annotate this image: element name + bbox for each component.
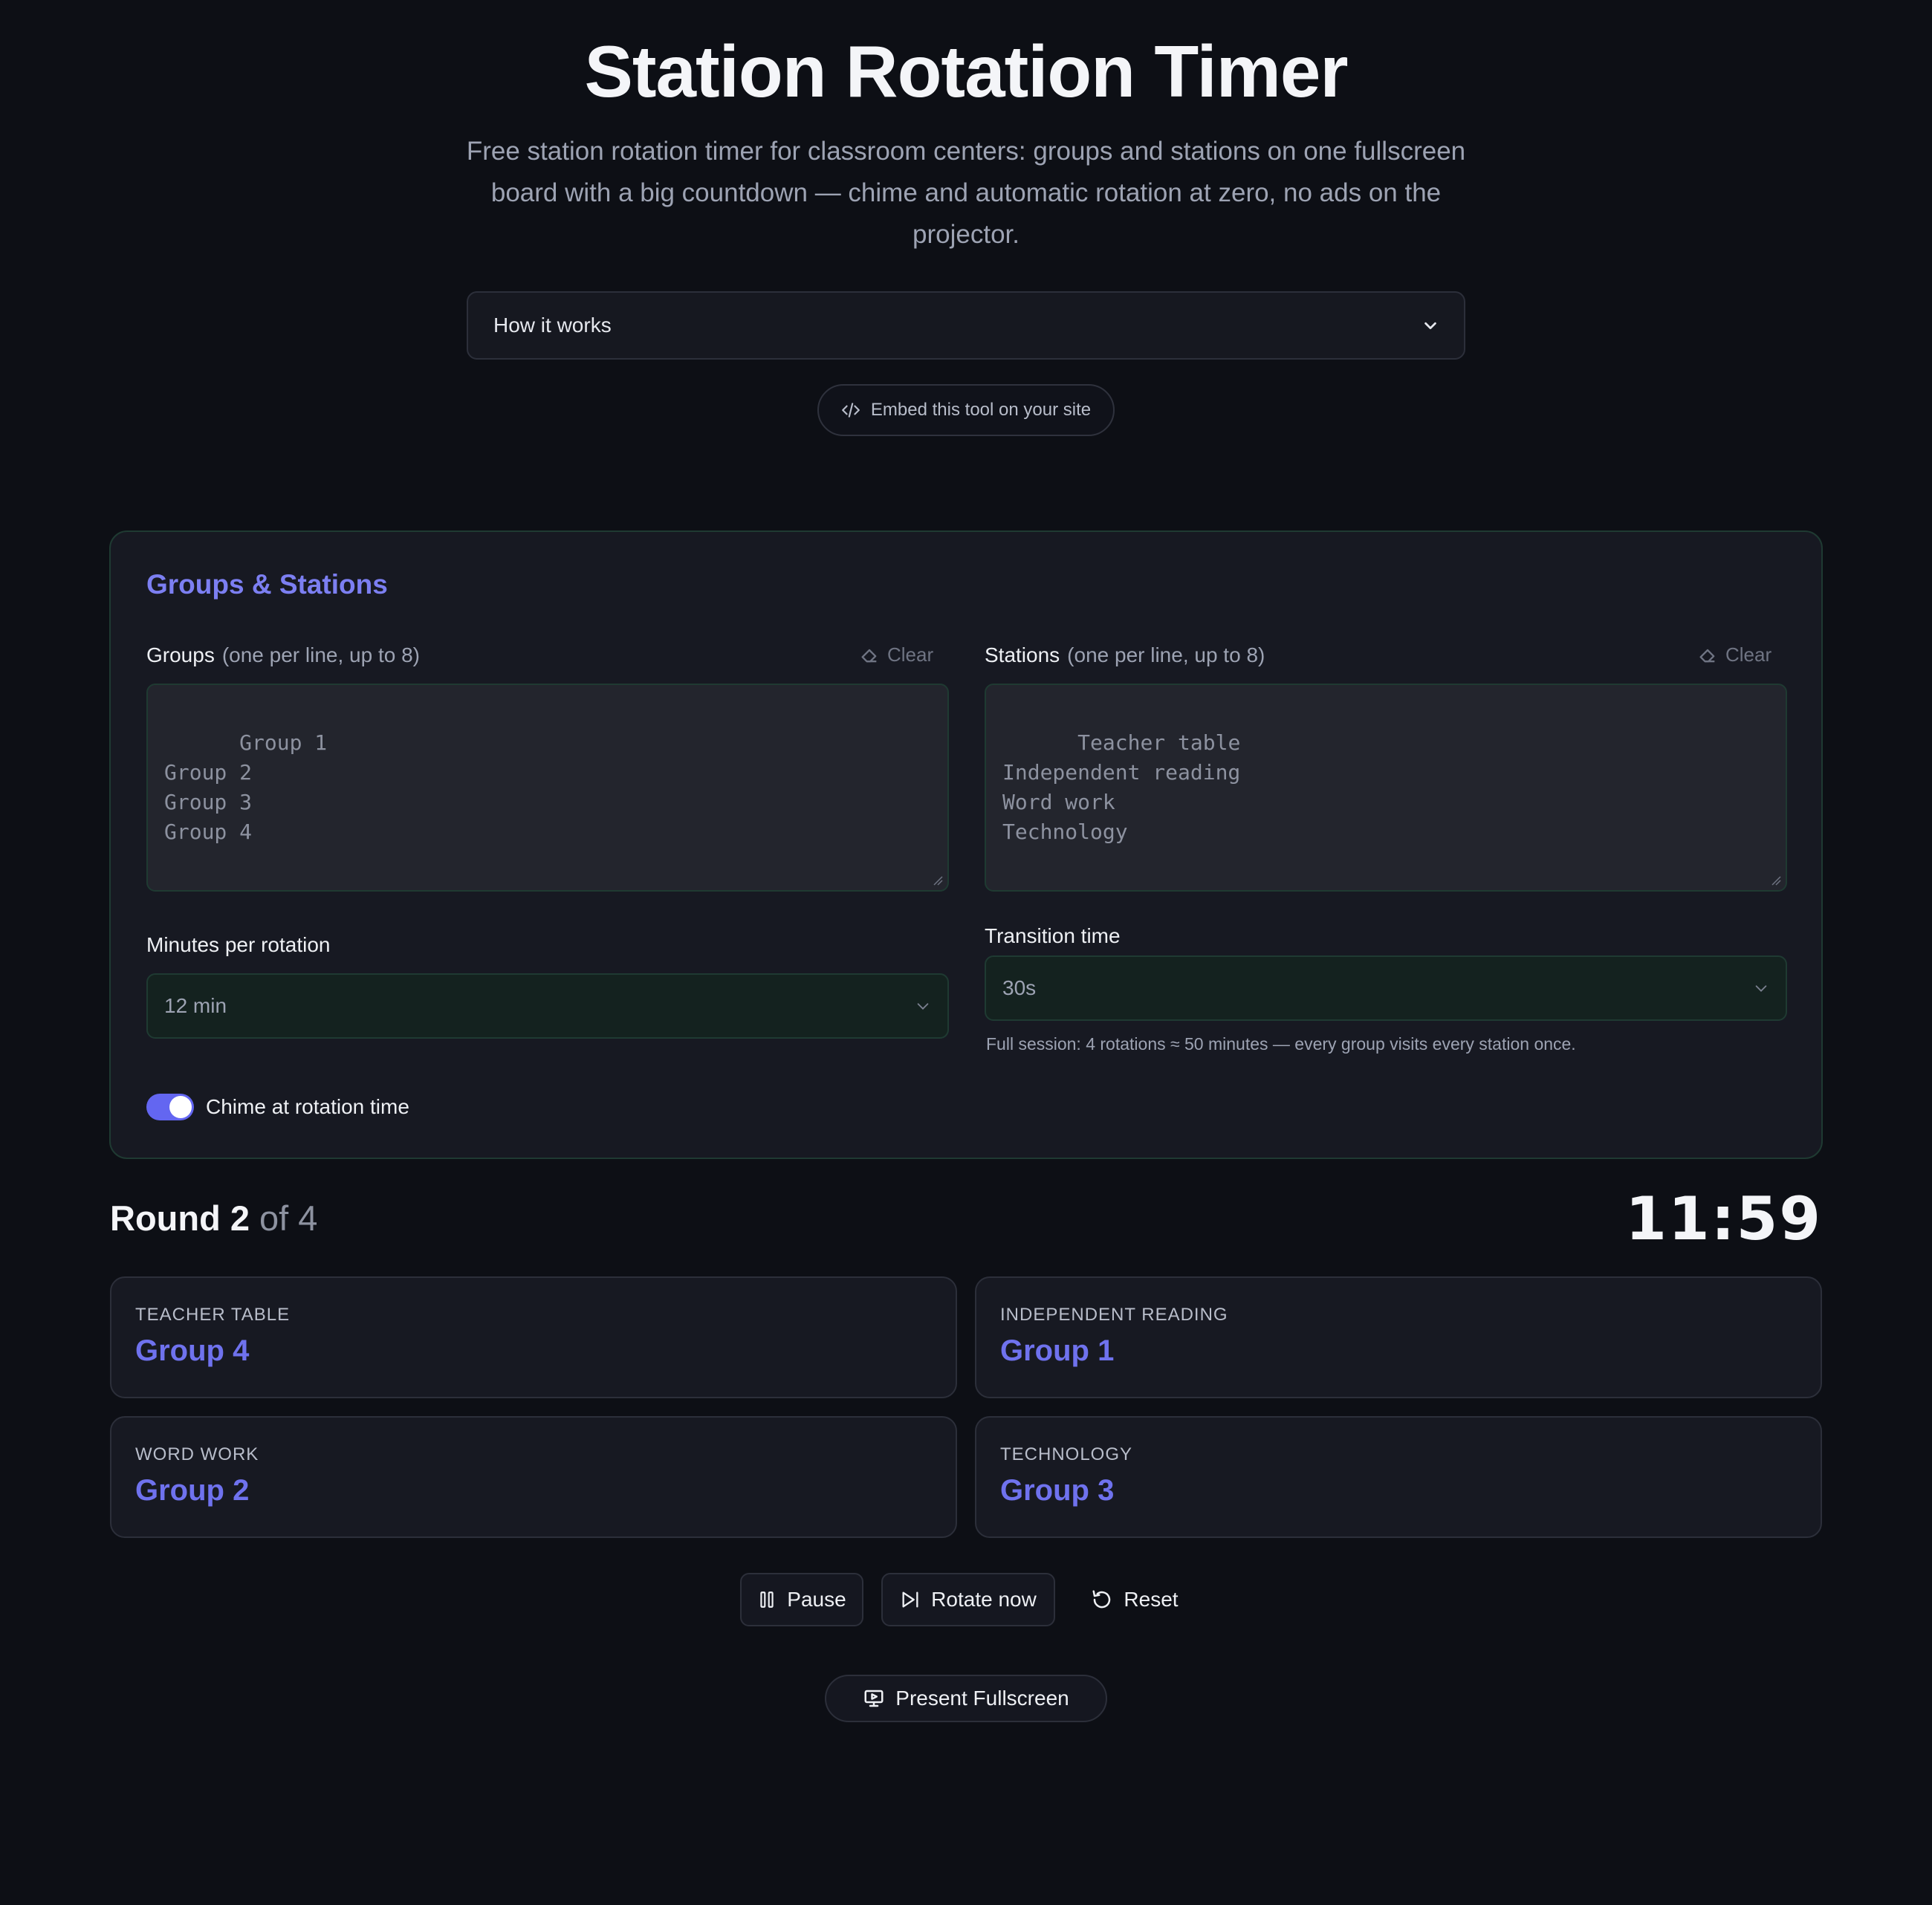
card-station-name: Word work (135, 1444, 259, 1464)
chime-toggle-row: Chime at rotation time (146, 1094, 409, 1120)
minutes-select[interactable]: 12 min (146, 973, 949, 1039)
transition-label: Transition time (985, 924, 1121, 947)
code-icon (841, 400, 860, 420)
pause-button[interactable]: Pause (740, 1573, 863, 1626)
card-station-name: Technology (1000, 1444, 1133, 1464)
stations-label: Stations (one per line, up to 8) (985, 643, 1265, 667)
station-card: Teacher table Group 4 (110, 1276, 957, 1398)
pause-label: Pause (787, 1588, 846, 1611)
card-group-name: Group 1 (1000, 1334, 1115, 1367)
stations-hint: (one per line, up to 8) (1067, 643, 1265, 666)
station-card: Technology Group 3 (975, 1416, 1822, 1538)
groups-label: Groups (one per line, up to 8) (146, 643, 420, 667)
groups-textarea-value: Group 1 Group 2 Group 3 Group 4 (164, 730, 328, 844)
how-it-works-label: How it works (493, 314, 612, 337)
transition-select[interactable]: 30s (985, 955, 1787, 1021)
stations-label-text: Stations (985, 643, 1060, 666)
transition-value: 30s (1002, 976, 1037, 999)
station-card: Word work Group 2 (110, 1416, 957, 1538)
panel-title: Groups & Stations (146, 569, 388, 600)
embed-button[interactable]: Embed this tool on your site (817, 384, 1115, 436)
chime-label: Chime at rotation time (206, 1095, 409, 1118)
chevron-down-icon (1753, 980, 1769, 996)
round-prefix: Round (110, 1198, 221, 1238)
card-group-name: Group 4 (135, 1334, 250, 1367)
round-current: 2 (230, 1198, 250, 1238)
card-group-name: Group 3 (1000, 1474, 1115, 1507)
card-group-name: Group 2 (135, 1474, 250, 1507)
chime-toggle[interactable] (146, 1094, 194, 1120)
stations-textarea-value: Teacher table Independent reading Word w… (1002, 730, 1241, 844)
resize-handle-icon[interactable] (1771, 875, 1781, 886)
stations-clear-button[interactable]: Clear (1697, 643, 1771, 666)
countdown-timer: 11:59 (1625, 1184, 1822, 1253)
chevron-down-icon (1422, 317, 1439, 334)
page-subtitle: Free station rotation timer for classroo… (466, 137, 1466, 249)
present-fullscreen-label: Present Fullscreen (895, 1687, 1069, 1710)
station-card: Independent reading Group 1 (975, 1276, 1822, 1398)
presentation-icon (863, 1687, 885, 1710)
groups-textarea[interactable]: Group 1 Group 2 Group 3 Group 4 (146, 684, 949, 892)
embed-label: Embed this tool on your site (870, 400, 1092, 420)
how-it-works-toggle[interactable]: How it works (467, 291, 1465, 360)
page: Station Rotation Timer Free station rota… (0, 0, 1932, 1905)
eraser-icon (859, 645, 880, 666)
minutes-label: Minutes per rotation (146, 933, 331, 956)
eraser-icon (1697, 645, 1718, 666)
minutes-value: 12 min (164, 994, 227, 1017)
stations-clear-label: Clear (1725, 643, 1772, 666)
resize-handle-icon[interactable] (933, 875, 943, 886)
groups-hint: (one per line, up to 8) (221, 643, 420, 666)
page-title: Station Rotation Timer (584, 30, 1348, 112)
rotate-now-button[interactable]: Rotate now (881, 1573, 1055, 1626)
groups-clear-label: Clear (887, 643, 934, 666)
groups-clear-button[interactable]: Clear (859, 643, 933, 666)
pause-icon (757, 1589, 777, 1610)
card-station-name: Teacher table (135, 1305, 291, 1325)
card-station-name: Independent reading (1000, 1305, 1228, 1325)
toggle-knob (169, 1096, 192, 1118)
reset-label: Reset (1124, 1588, 1179, 1611)
skip-forward-icon (900, 1589, 921, 1610)
groups-label-text: Groups (146, 643, 215, 666)
round-indicator: Round 2 of 4 (110, 1198, 317, 1239)
session-note: Full session: 4 rotations ≈ 50 minutes —… (986, 1034, 1576, 1054)
present-fullscreen-button[interactable]: Present Fullscreen (825, 1675, 1107, 1722)
groups-stations-panel: Groups & Stations Groups (one per line, u… (109, 530, 1823, 1159)
rotate-now-label: Rotate now (931, 1588, 1037, 1611)
stations-textarea[interactable]: Teacher table Independent reading Word w… (985, 684, 1787, 892)
chevron-down-icon (915, 998, 931, 1014)
reset-button[interactable]: Reset (1079, 1573, 1190, 1626)
rotate-ccw-icon (1091, 1588, 1113, 1611)
round-total: of 4 (259, 1198, 318, 1238)
